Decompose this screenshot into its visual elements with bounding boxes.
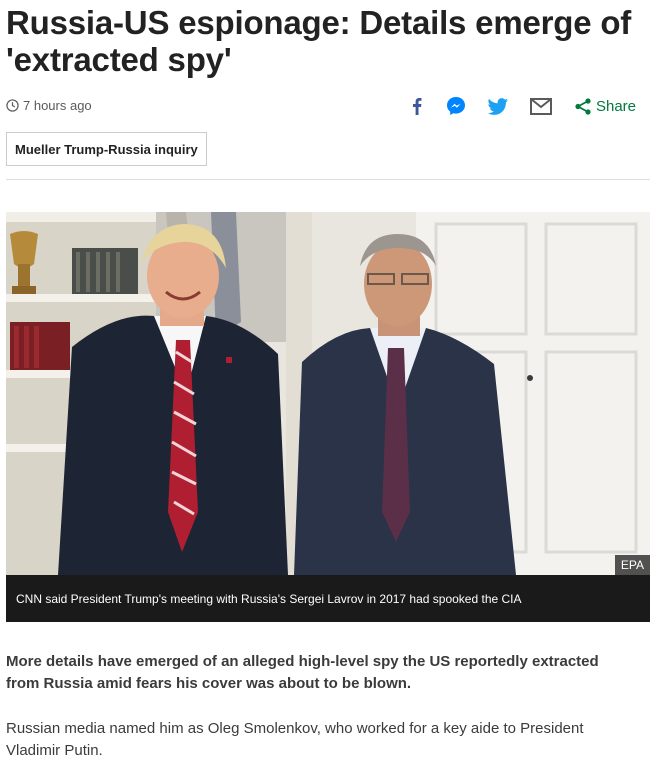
timestamp: 7 hours ago xyxy=(6,98,92,113)
image-caption: CNN said President Trump's meeting with … xyxy=(6,575,650,622)
twitter-icon xyxy=(487,97,508,115)
article-headline: Russia-US espionage: Details emerge of '… xyxy=(6,4,632,78)
topic-tag-link[interactable]: Mueller Trump-Russia inquiry xyxy=(6,132,207,166)
share-button[interactable]: Share xyxy=(575,93,636,119)
share-messenger-button[interactable] xyxy=(445,93,467,119)
clock-icon xyxy=(6,99,19,112)
article-photo-illustration xyxy=(6,212,650,575)
share-label: Share xyxy=(595,97,636,115)
article-meta: 7 hours ago Share xyxy=(6,92,650,120)
messenger-icon xyxy=(446,97,465,115)
share-bar: Share xyxy=(407,93,636,119)
share-facebook-button[interactable] xyxy=(407,93,427,119)
article-paragraph: Russian media named him as Oleg Smolenko… xyxy=(6,720,584,759)
article-summary: More details have emerged of an alleged … xyxy=(6,653,599,692)
article-photo: EPA xyxy=(6,212,650,575)
share-icon xyxy=(575,97,591,115)
image-caption-text: CNN said President Trump's meeting with … xyxy=(16,591,522,606)
share-twitter-button[interactable] xyxy=(487,93,509,119)
timestamp-text: 7 hours ago xyxy=(23,98,92,113)
share-email-button[interactable] xyxy=(529,93,553,119)
email-icon xyxy=(529,97,552,115)
divider xyxy=(6,179,650,180)
facebook-icon xyxy=(412,98,422,115)
image-credit: EPA xyxy=(614,555,650,575)
